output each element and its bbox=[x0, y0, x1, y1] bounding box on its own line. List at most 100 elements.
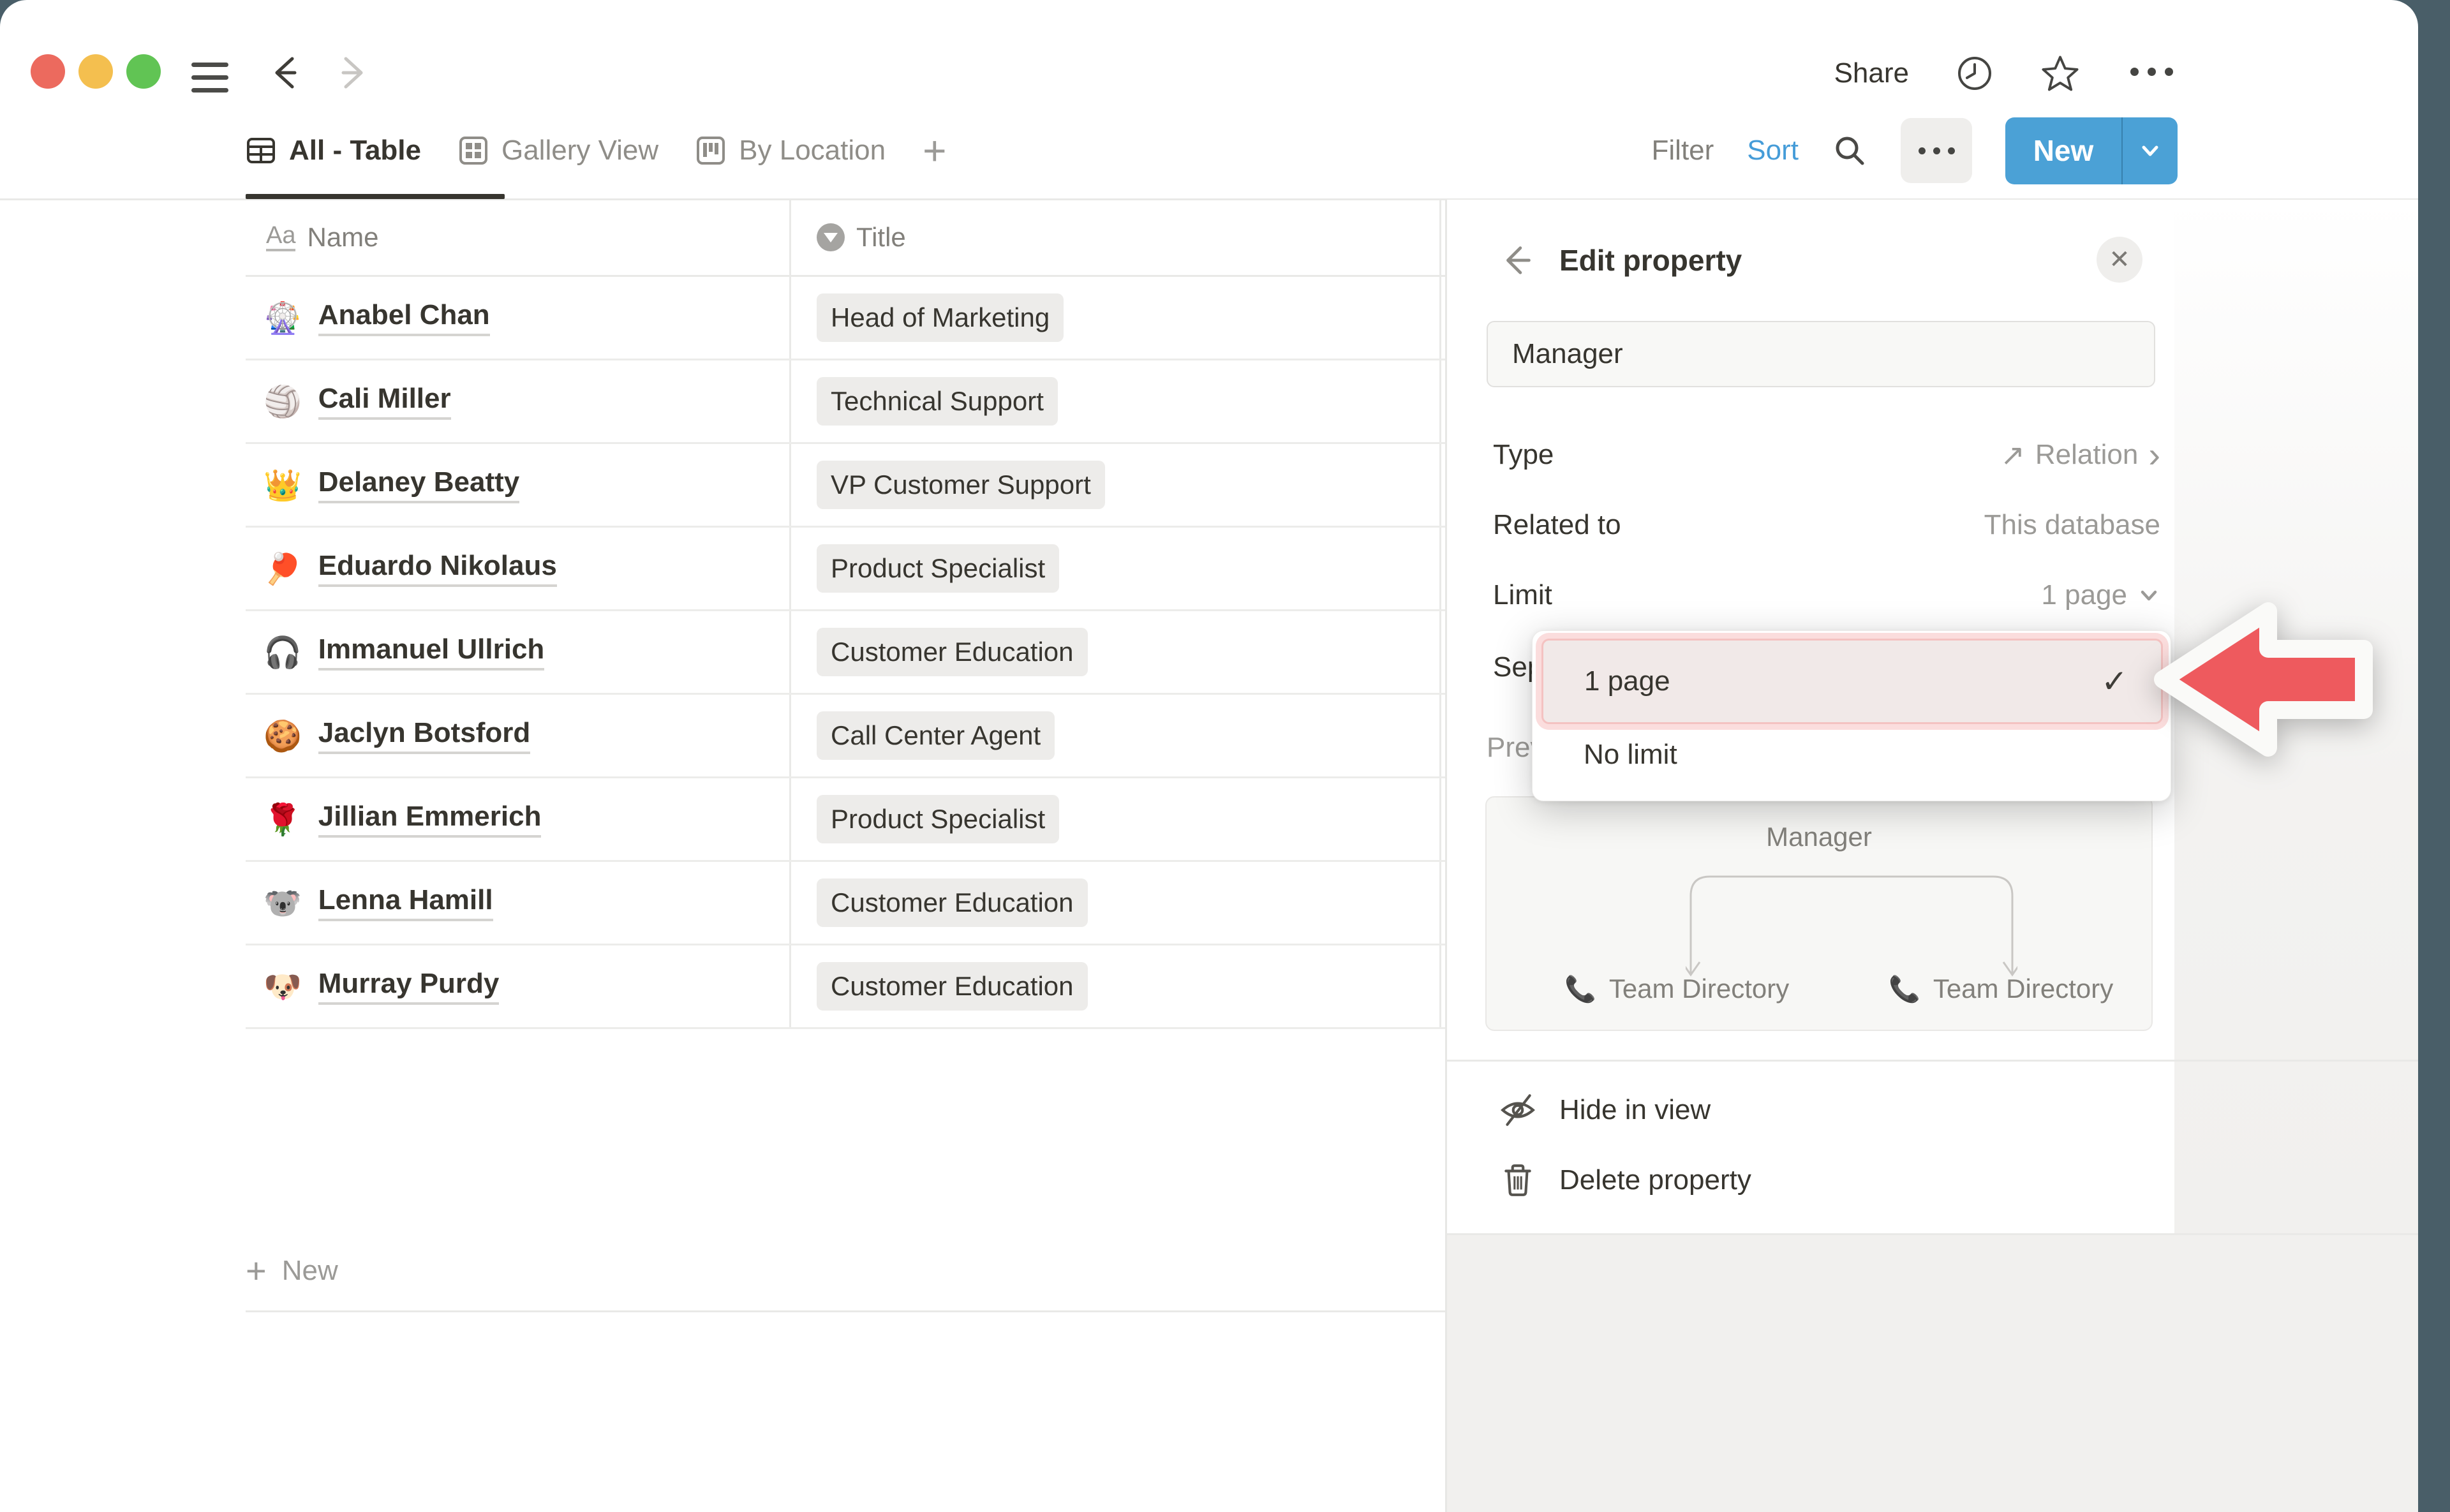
panel-back-button[interactable] bbox=[1499, 242, 1536, 279]
row-name: Delaney Beatty bbox=[318, 466, 519, 503]
chevron-right-icon: › bbox=[2148, 442, 2160, 468]
panel-close-button[interactable]: ✕ bbox=[2097, 237, 2142, 283]
row-name-cell[interactable]: 🍪 Jaclyn Botsford bbox=[264, 695, 530, 776]
row-name-cell[interactable]: 🐶 Murray Purdy bbox=[264, 945, 499, 1027]
eye-off-icon bbox=[1499, 1092, 1536, 1129]
row-title-cell[interactable]: Call Center Agent bbox=[817, 695, 1055, 776]
row-title-cell[interactable]: Customer Education bbox=[817, 945, 1088, 1027]
filter-button[interactable]: Filter bbox=[1652, 135, 1714, 167]
bar bbox=[191, 75, 228, 80]
row-name: Jillian Emmerich bbox=[318, 801, 542, 838]
table-row[interactable]: 🐶 Murray Purdy Customer Education bbox=[246, 945, 1445, 1029]
property-label: Related to bbox=[1493, 509, 1621, 541]
row-page-emoji-icon: 🏓 bbox=[264, 551, 302, 587]
row-page-emoji-icon: 🎧 bbox=[264, 634, 302, 671]
tab-all-table[interactable]: All - Table bbox=[246, 135, 421, 167]
delete-property-button[interactable]: Delete property bbox=[1499, 1162, 1751, 1199]
active-tab-underline bbox=[246, 194, 505, 199]
preview-root-label: Manager bbox=[1487, 822, 2151, 852]
row-page-emoji-icon: 🐨 bbox=[264, 885, 302, 921]
app-window: Share All - Table Gallery View bbox=[0, 0, 2418, 1512]
back-button[interactable] bbox=[268, 54, 306, 92]
column-label: Name bbox=[307, 222, 378, 253]
row-name-cell[interactable]: 🏐 Cali Miller bbox=[264, 360, 451, 442]
tab-label: Gallery View bbox=[501, 135, 658, 167]
property-row-type[interactable]: Type ↗ Relation › bbox=[1493, 420, 2160, 490]
row-name: Cali Miller bbox=[318, 383, 451, 420]
row-title-cell[interactable]: Technical Support bbox=[817, 360, 1058, 442]
row-title-cell[interactable]: Product Specialist bbox=[817, 778, 1059, 860]
table-row[interactable]: 🐨 Lenna Hamill Customer Education bbox=[246, 862, 1445, 945]
row-name: Murray Purdy bbox=[318, 968, 500, 1005]
check-icon: ✓ bbox=[2101, 663, 2128, 700]
property-value: 1 page bbox=[2041, 579, 2127, 611]
sort-button[interactable]: Sort bbox=[1747, 135, 1799, 167]
preview-child-label: Team Directory bbox=[1933, 974, 2113, 1004]
row-name-cell[interactable]: 🎧 Immanuel Ullrich bbox=[264, 611, 544, 693]
panel-divider bbox=[1447, 1060, 2418, 1062]
table-row[interactable]: 🌹 Jillian Emmerich Product Specialist bbox=[246, 778, 1445, 862]
row-title-cell[interactable]: VP Customer Support bbox=[817, 444, 1105, 526]
favorite-star-icon[interactable] bbox=[2040, 54, 2080, 93]
preview-child-label: Team Directory bbox=[1609, 974, 1789, 1004]
add-view-button[interactable]: + bbox=[923, 127, 946, 174]
row-name-cell[interactable]: 🐨 Lenna Hamill bbox=[264, 862, 493, 944]
property-name-input[interactable]: Manager bbox=[1487, 321, 2155, 387]
view-options-button[interactable] bbox=[1901, 118, 1972, 183]
row-name-cell[interactable]: 🏓 Eduardo Nikolaus bbox=[264, 528, 557, 609]
table-row[interactable]: 🎡 Anabel Chan Head of Marketing bbox=[246, 277, 1445, 360]
row-title-cell[interactable]: Head of Marketing bbox=[817, 277, 1064, 359]
row-name-cell[interactable]: 🌹 Jillian Emmerich bbox=[264, 778, 541, 860]
table-controls: Filter Sort New bbox=[1652, 107, 2178, 194]
trash-icon bbox=[1499, 1162, 1536, 1199]
row-name: Eduardo Nikolaus bbox=[318, 550, 557, 587]
bar bbox=[191, 88, 228, 93]
property-row-related-to[interactable]: Related to This database bbox=[1493, 490, 2160, 560]
plus-icon: + bbox=[246, 1250, 267, 1291]
row-name-cell[interactable]: 🎡 Anabel Chan bbox=[264, 277, 490, 359]
updates-clock-icon[interactable] bbox=[1955, 54, 1994, 93]
column-header-name[interactable]: Aa Name bbox=[266, 200, 379, 275]
row-title-tag: VP Customer Support bbox=[817, 461, 1105, 509]
new-dropdown-chevron-icon[interactable] bbox=[2123, 117, 2178, 184]
search-icon[interactable] bbox=[1832, 133, 1867, 168]
dropdown-option-1-page[interactable]: 1 page ✓ bbox=[1541, 639, 2163, 724]
property-row-limit[interactable]: Limit 1 page bbox=[1493, 560, 2160, 630]
new-row-button[interactable]: + New bbox=[246, 1229, 1445, 1312]
forward-button[interactable] bbox=[332, 54, 370, 92]
table-view-icon bbox=[246, 135, 276, 166]
row-title-cell[interactable]: Customer Education bbox=[817, 862, 1088, 944]
row-page-emoji-icon: 🌹 bbox=[264, 801, 302, 838]
annotation-arrow-icon bbox=[2144, 586, 2399, 777]
phone-emoji-icon: 📞 bbox=[1889, 974, 1920, 1004]
row-page-emoji-icon: 🎡 bbox=[264, 300, 302, 336]
preview-child-1: 📞 Team Directory bbox=[1564, 974, 1789, 1004]
share-button[interactable]: Share bbox=[1834, 57, 1909, 89]
table-row[interactable]: 🍪 Jaclyn Botsford Call Center Agent bbox=[246, 695, 1445, 778]
table-row[interactable]: 🏓 Eduardo Nikolaus Product Specialist bbox=[246, 528, 1445, 611]
tab-by-location[interactable]: By Location bbox=[695, 135, 886, 167]
tab-gallery-view[interactable]: Gallery View bbox=[458, 135, 658, 167]
sidebar-menu-icon[interactable] bbox=[191, 54, 228, 101]
table-row[interactable]: 🎧 Immanuel Ullrich Customer Education bbox=[246, 611, 1445, 695]
row-name-cell[interactable]: 👑 Delaney Beatty bbox=[264, 444, 519, 526]
table-header: Aa Name Title bbox=[246, 200, 1445, 277]
gallery-view-icon bbox=[458, 135, 489, 166]
new-row-label: New bbox=[282, 1255, 338, 1287]
dropdown-option-no-limit[interactable]: No limit bbox=[1584, 736, 1677, 774]
row-page-emoji-icon: 🍪 bbox=[264, 718, 302, 754]
column-header-title[interactable]: Title bbox=[817, 200, 906, 275]
new-button[interactable]: New bbox=[2005, 117, 2178, 184]
minimize-window-button[interactable] bbox=[78, 54, 113, 89]
table-row[interactable]: 🏐 Cali Miller Technical Support bbox=[246, 360, 1445, 444]
property-value: Relation bbox=[2035, 439, 2138, 471]
bar bbox=[191, 63, 228, 67]
row-title-cell[interactable]: Customer Education bbox=[817, 611, 1088, 693]
more-options-icon[interactable] bbox=[2126, 68, 2178, 79]
hide-in-view-button[interactable]: Hide in view bbox=[1499, 1092, 1711, 1129]
row-page-emoji-icon: 🐶 bbox=[264, 968, 302, 1005]
close-window-button[interactable] bbox=[31, 54, 65, 89]
row-title-cell[interactable]: Product Specialist bbox=[817, 528, 1059, 609]
table-row[interactable]: 👑 Delaney Beatty VP Customer Support bbox=[246, 444, 1445, 528]
zoom-window-button[interactable] bbox=[126, 54, 161, 89]
